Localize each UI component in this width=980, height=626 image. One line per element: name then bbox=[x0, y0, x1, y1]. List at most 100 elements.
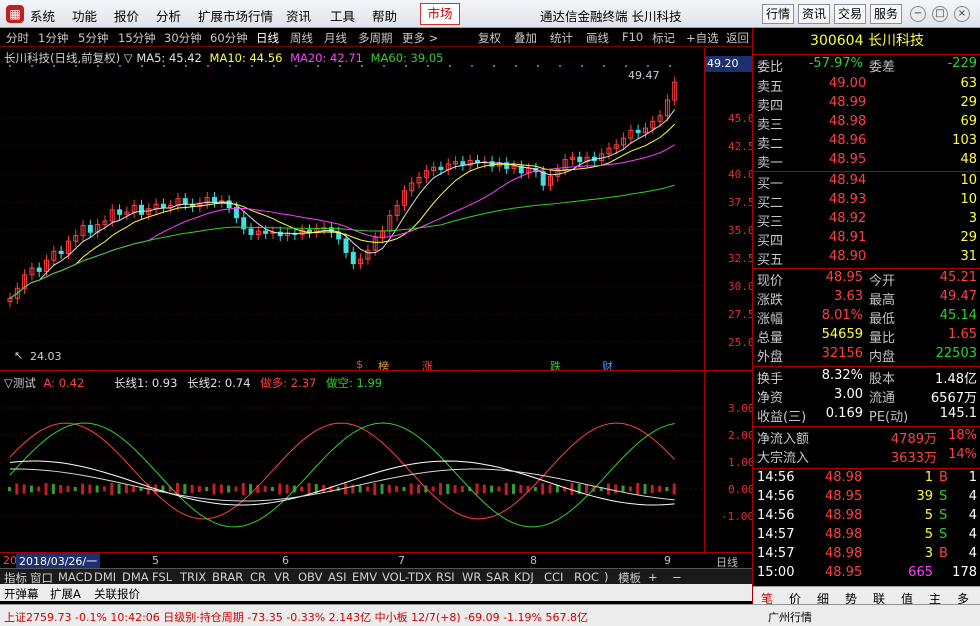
maximize-icon[interactable]: □ bbox=[932, 6, 948, 22]
tick-count: 4 bbox=[968, 489, 977, 504]
menu-news[interactable]: 资讯 bbox=[286, 6, 311, 25]
stat2-label: 收益(三) bbox=[757, 410, 807, 425]
tab-related-quote[interactable]: 关联报价 bbox=[94, 586, 140, 602]
menu-analysis[interactable]: 分析 bbox=[156, 6, 181, 25]
indicator-tab[interactable]: SAR bbox=[486, 570, 509, 584]
indicator-tab[interactable]: CR bbox=[250, 570, 266, 584]
period-5min[interactable]: 5分钟 bbox=[78, 30, 108, 46]
indicator-bar bbox=[44, 483, 48, 495]
period-weekly[interactable]: 周线 bbox=[290, 30, 313, 46]
candlestick-chart[interactable] bbox=[0, 48, 704, 370]
tab-ext-a[interactable]: 扩展A bbox=[50, 586, 81, 602]
indicator-tab[interactable]: + bbox=[648, 570, 658, 584]
menu-quote[interactable]: 报价 bbox=[114, 6, 139, 25]
period-daily[interactable]: 日线 bbox=[256, 30, 279, 46]
region-tab[interactable]: 广州行情 bbox=[768, 609, 812, 625]
menu-help[interactable]: 帮助 bbox=[372, 6, 397, 25]
indicator-tab[interactable]: FSL bbox=[152, 570, 172, 584]
indicator-tab[interactable]: VOL-TDX bbox=[382, 570, 432, 584]
bid-price: 48.91 bbox=[829, 230, 867, 245]
quote-bottom-tabs: 笔价细势联值主多 bbox=[753, 586, 980, 606]
indicator-tab[interactable]: VR bbox=[274, 570, 290, 584]
date-mark-6: 6 bbox=[282, 554, 289, 567]
candle-body bbox=[248, 228, 254, 235]
candle-body bbox=[58, 250, 64, 255]
stat-label: 量比 bbox=[869, 331, 896, 346]
indicator-bar bbox=[95, 485, 99, 493]
period-15min[interactable]: 15分钟 bbox=[118, 30, 156, 46]
indicator-tab[interactable]: ROC bbox=[574, 570, 599, 584]
close-icon[interactable]: × bbox=[954, 6, 970, 22]
tool-draw[interactable]: 画线 bbox=[586, 30, 609, 46]
indicator-axis-label: 3.00 bbox=[728, 402, 755, 415]
signal-dot bbox=[625, 65, 627, 67]
menu-tools[interactable]: 工具 bbox=[330, 6, 355, 25]
tool-adjust[interactable]: 复权 bbox=[478, 30, 501, 46]
indicator-chart[interactable] bbox=[0, 372, 704, 552]
quote-button[interactable]: 行情 bbox=[762, 4, 794, 24]
menu-system[interactable]: 系统 bbox=[30, 6, 55, 25]
signal-dot bbox=[251, 65, 253, 67]
quote-title: 300604 长川科技 bbox=[753, 30, 980, 50]
signal-dot bbox=[119, 65, 121, 67]
indicator-tab-bar: 指标 窗口 MACD DMI DMA FSL TRIX BRAR CR VR OBV ASI EMV VO… bbox=[0, 568, 752, 585]
indicator-tab[interactable]: − bbox=[672, 570, 682, 584]
period-bar: 分时 1分钟 5分钟 15分钟 30分钟 60分钟 日线 周线 月线 多周期 更… bbox=[0, 28, 752, 47]
period-monthly[interactable]: 月线 bbox=[324, 30, 347, 46]
tick-price: 48.95 bbox=[825, 489, 863, 504]
signal-dot bbox=[207, 65, 209, 67]
indicator-tab[interactable]: KDJ bbox=[514, 570, 534, 584]
menu-function[interactable]: 功能 bbox=[72, 6, 97, 25]
period-more[interactable]: 更多 > bbox=[402, 30, 438, 46]
stat-label: 涨跌 bbox=[757, 293, 784, 308]
menu-extended-market[interactable]: 扩展市场行情 bbox=[198, 6, 273, 25]
tick-row: 14:56 48.98 5 S 4 bbox=[753, 508, 980, 528]
indicator-tab[interactable]: CCI bbox=[544, 570, 563, 584]
candle-body bbox=[263, 230, 269, 234]
news-button[interactable]: 资讯 bbox=[798, 4, 830, 24]
stat2-label: 换手 bbox=[757, 372, 784, 387]
indicator-tab[interactable]: ASI bbox=[328, 570, 347, 584]
indicator-tab[interactable]: ) bbox=[604, 570, 609, 584]
indicator-tab[interactable]: DMI bbox=[94, 570, 116, 584]
indicator-bar bbox=[636, 483, 640, 495]
candle-body bbox=[138, 204, 144, 215]
indicator-bar bbox=[402, 487, 406, 491]
indicator-bar bbox=[205, 487, 209, 491]
indicator-tab[interactable]: EMV bbox=[352, 570, 377, 584]
indicator-tab[interactable]: BRAR bbox=[212, 570, 243, 584]
indicator-bar bbox=[212, 483, 216, 495]
period-30min[interactable]: 30分钟 bbox=[164, 30, 202, 46]
indicator-tab[interactable]: TRIX bbox=[180, 570, 206, 584]
service-button[interactable]: 服务 bbox=[870, 4, 902, 24]
tool-back[interactable]: 返回 bbox=[726, 30, 749, 46]
indicator-tab[interactable]: DMA bbox=[122, 570, 149, 584]
ask-price: 48.98 bbox=[829, 114, 867, 129]
indicator-bar bbox=[365, 486, 369, 492]
indicator-bar bbox=[88, 484, 92, 494]
indicator-bar bbox=[102, 486, 106, 492]
indicator-tab[interactable]: OBV bbox=[298, 570, 322, 584]
tick-count: 178 bbox=[952, 565, 977, 580]
indicator-bar bbox=[59, 485, 63, 493]
tab-danmu[interactable]: 开弹幕 bbox=[4, 586, 39, 602]
indicator-tab[interactable]: RSI bbox=[436, 570, 455, 584]
period-intraday[interactable]: 分时 bbox=[6, 30, 29, 46]
tool-f10[interactable]: F10 bbox=[622, 30, 643, 44]
bid-volume: 3 bbox=[968, 211, 977, 226]
period-1min[interactable]: 1分钟 bbox=[38, 30, 68, 46]
market-button[interactable]: 市场 bbox=[420, 3, 460, 25]
period-multi[interactable]: 多周期 bbox=[358, 30, 393, 46]
indicator-tab[interactable]: MACD bbox=[58, 570, 92, 584]
indicator-tab[interactable]: WR bbox=[462, 570, 481, 584]
indicator-bar bbox=[555, 485, 559, 493]
tool-add-watch[interactable]: +自选 bbox=[686, 30, 719, 46]
trade-button[interactable]: 交易 bbox=[834, 4, 866, 24]
minimize-icon[interactable]: − bbox=[910, 6, 926, 22]
tool-stats[interactable]: 统计 bbox=[550, 30, 573, 46]
period-60min[interactable]: 60分钟 bbox=[210, 30, 248, 46]
tool-overlay[interactable]: 叠加 bbox=[514, 30, 537, 46]
tick-side: S bbox=[939, 489, 948, 504]
signal-dot bbox=[537, 65, 539, 67]
tool-mark[interactable]: 标记 bbox=[652, 30, 675, 46]
